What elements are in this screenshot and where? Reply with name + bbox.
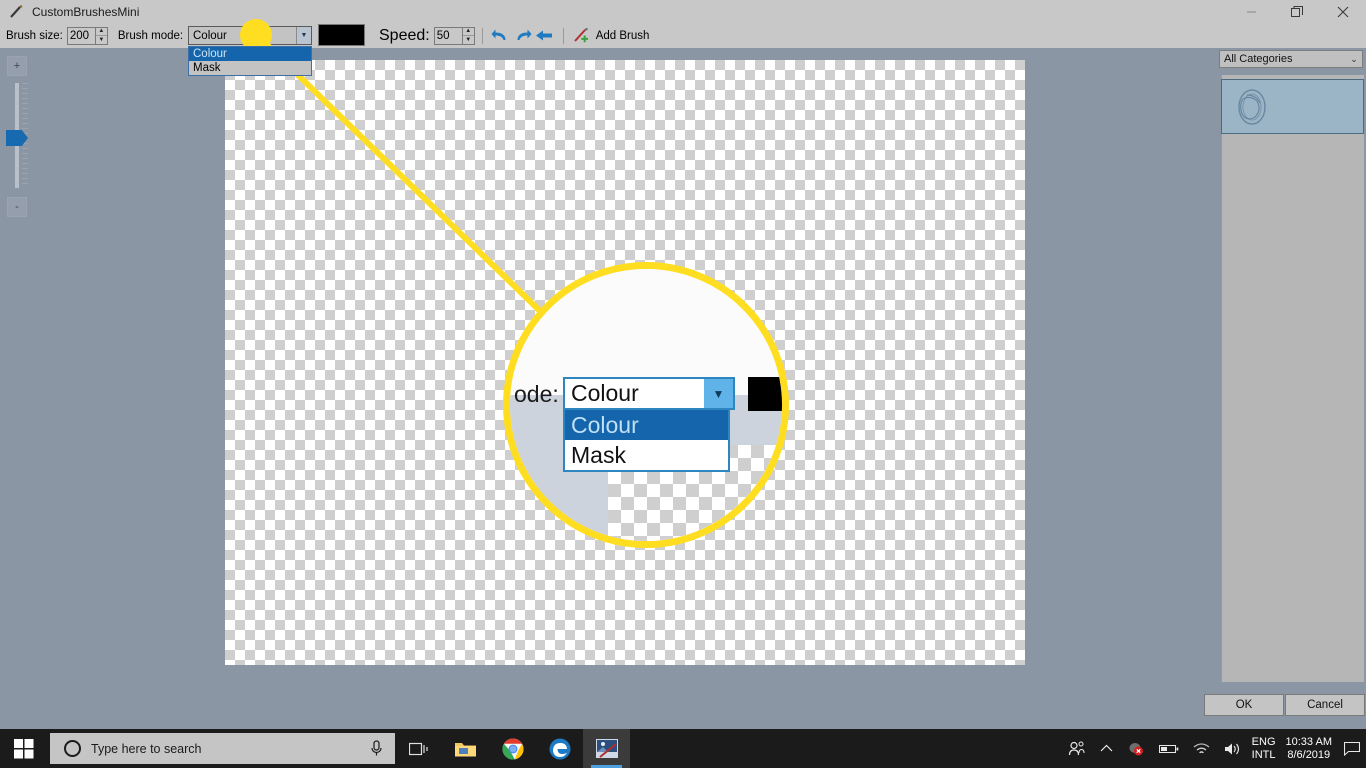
paintshop-pro-icon[interactable] <box>583 729 630 768</box>
speed-stepper[interactable]: 50 ▲ ▼ <box>433 26 475 45</box>
chevron-down-icon[interactable]: ▼ <box>296 27 311 44</box>
alert-error-icon[interactable] <box>1120 741 1152 757</box>
spin-up-icon[interactable]: ▲ <box>95 28 107 36</box>
dropdown-option-colour[interactable]: Colour <box>189 47 311 61</box>
chrome-icon[interactable] <box>489 729 536 768</box>
task-view-icon[interactable] <box>395 729 442 768</box>
magnified-dropdown-list: Colour Mask <box>563 410 730 472</box>
magnified-color-swatch <box>748 377 782 411</box>
speed-label: Speed: <box>379 26 430 44</box>
people-icon[interactable] <box>1061 741 1093 757</box>
close-button[interactable] <box>1320 0 1366 23</box>
magnified-option-mask: Mask <box>571 442 626 468</box>
brush-color-swatch[interactable] <box>318 24 365 46</box>
magnified-combobox: Colour ▼ <box>563 377 735 410</box>
chevron-up-icon[interactable] <box>1093 744 1120 753</box>
notification-icon[interactable] <box>1338 741 1366 756</box>
brush-mode-label: Brush mode: <box>117 29 184 42</box>
title-bar: CustomBrushesMini <box>0 0 1366 23</box>
application-window: CustomBrushesMini Brush size: 200 ▲ ▼ Br… <box>0 0 1366 768</box>
brush-icon <box>8 4 24 20</box>
minimize-button[interactable] <box>1228 0 1274 23</box>
category-value: All Categories <box>1224 53 1293 65</box>
brush-thumbnail-item[interactable] <box>1221 79 1364 134</box>
category-combobox[interactable]: All Categories ⌄ <box>1219 50 1363 68</box>
redo-arrow-icon[interactable] <box>512 26 534 46</box>
ok-button[interactable]: OK <box>1204 694 1284 716</box>
toolbar-right-group: Speed: 50 ▲ ▼ Add Brush <box>373 23 649 48</box>
magnifier-callout: ode: Colour ▼ Colour Mask <box>503 262 789 548</box>
search-placeholder: Type here to search <box>91 741 202 756</box>
language-line2: INTL <box>1251 748 1276 761</box>
maximize-button[interactable] <box>1274 0 1320 23</box>
clock[interactable]: 10:33 AM 8/6/2019 <box>1280 736 1338 762</box>
magnified-brush-mode-label: ode: <box>514 381 559 407</box>
battery-icon[interactable] <box>1152 743 1186 755</box>
toolbar-separator <box>562 27 564 44</box>
cancel-button[interactable]: Cancel <box>1285 694 1365 716</box>
language-indicator[interactable]: ENG INTL <box>1248 736 1280 762</box>
language-line1: ENG <box>1251 735 1276 748</box>
edge-icon[interactable] <box>536 729 583 768</box>
add-brush-icon[interactable] <box>571 26 593 46</box>
brush-size-spin-buttons[interactable]: ▲ ▼ <box>94 26 108 45</box>
brush-mode-combobox[interactable]: Colour ▼ <box>188 26 312 45</box>
spin-up-icon[interactable]: ▲ <box>462 28 474 36</box>
volume-icon[interactable] <box>1217 742 1248 756</box>
brush-mode-dropdown-list[interactable]: Colour Mask <box>188 46 312 76</box>
magnified-combo-value: Colour <box>571 380 639 406</box>
clock-time: 10:33 AM <box>1285 735 1332 748</box>
zoom-in-button[interactable]: + <box>7 56 27 76</box>
spin-down-icon[interactable]: ▼ <box>96 36 107 44</box>
spin-down-icon[interactable]: ▼ <box>463 36 474 44</box>
brush-mode-value: Colour <box>193 29 227 42</box>
cortana-circle-icon[interactable] <box>64 740 81 757</box>
toolbar-separator <box>481 27 483 44</box>
wifi-icon[interactable] <box>1186 742 1217 756</box>
search-input[interactable]: Type here to search <box>50 733 395 764</box>
chevron-down-icon[interactable]: ⌄ <box>1346 54 1362 65</box>
speed-input[interactable]: 50 <box>433 26 462 45</box>
brush-size-input[interactable]: 200 <box>66 26 95 45</box>
add-brush-label[interactable]: Add Brush <box>596 30 650 42</box>
zoom-out-button[interactable]: - <box>7 197 27 217</box>
dropdown-option-mask[interactable]: Mask <box>189 61 311 75</box>
system-tray: ENG INTL 10:33 AM 8/6/2019 <box>1061 729 1366 768</box>
clock-date: 8/6/2019 <box>1287 748 1331 761</box>
file-explorer-icon[interactable] <box>442 729 489 768</box>
brush-thumbnail-oval-icon <box>1230 85 1274 129</box>
magnifier-content: ode: Colour ▼ Colour Mask <box>510 269 782 541</box>
brush-size-label: Brush size: <box>6 29 63 42</box>
chevron-down-icon: ▼ <box>704 379 733 408</box>
magnified-option-colour: Colour <box>565 410 728 440</box>
undo-arrow-icon[interactable] <box>490 26 512 46</box>
window-controls <box>1228 0 1366 23</box>
speed-spin-buttons[interactable]: ▲ ▼ <box>461 26 475 45</box>
back-arrow-icon[interactable] <box>534 26 556 46</box>
brush-thumbnail-list[interactable] <box>1221 75 1364 682</box>
brush-size-stepper[interactable]: 200 ▲ ▼ <box>66 26 108 45</box>
microphone-icon[interactable] <box>370 740 383 757</box>
windows-start-icon[interactable] <box>0 729 48 768</box>
window-title: CustomBrushesMini <box>32 4 140 19</box>
